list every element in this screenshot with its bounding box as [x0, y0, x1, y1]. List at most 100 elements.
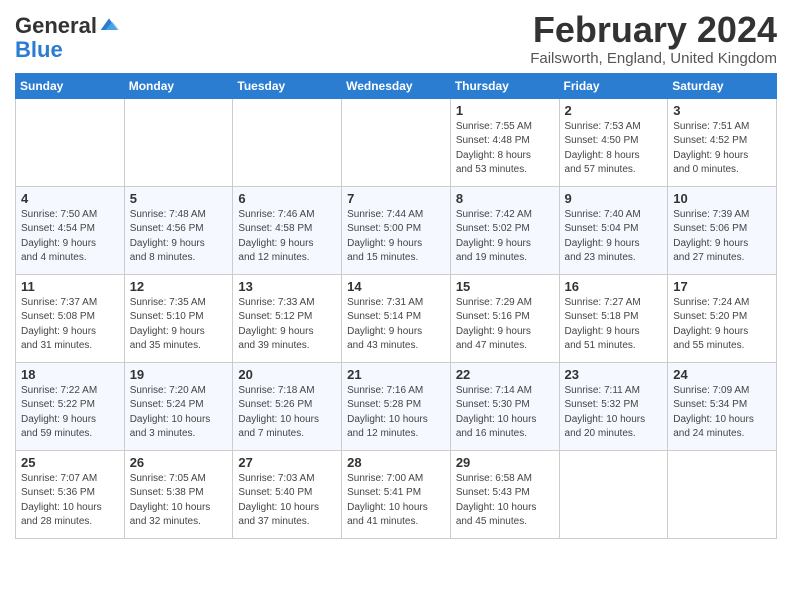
day-number: 6	[238, 191, 336, 206]
day-info: Sunrise: 7:42 AM Sunset: 5:02 PM Dayligh…	[456, 208, 554, 266]
day-info: Sunrise: 7:53 AM Sunset: 4:50 PM Dayligh…	[565, 120, 663, 178]
day-number: 29	[456, 455, 554, 470]
calendar-cell: 20 Sunrise: 7:18 AM Sunset: 5:26 PM Dayli…	[233, 362, 342, 450]
calendar-cell: 17 Sunrise: 7:24 AM Sunset: 5:20 PM Dayli…	[668, 274, 777, 362]
calendar-cell: 15Sunrise: 7:29 AM Sunset: 5:16 PM Dayli…	[450, 274, 559, 362]
day-header-monday: Monday	[124, 73, 233, 98]
day-number: 22	[456, 367, 554, 382]
calendar-cell: 3 Sunrise: 7:51 AM Sunset: 4:52 PM Daylig…	[668, 98, 777, 186]
day-number: 3	[673, 103, 771, 118]
calendar-cell: 18 Sunrise: 7:22 AM Sunset: 5:22 PM Dayli…	[16, 362, 125, 450]
day-number: 13	[238, 279, 336, 294]
calendar-cell: 24 Sunrise: 7:09 AM Sunset: 5:34 PM Dayli…	[668, 362, 777, 450]
location: Failsworth, England, United Kingdom	[530, 50, 777, 67]
day-info: Sunrise: 7:22 AM Sunset: 5:22 PM Dayligh…	[21, 384, 119, 442]
calendar-cell: 29Sunrise: 6:58 AM Sunset: 5:43 PM Dayli…	[450, 450, 559, 538]
day-info: Sunrise: 7:11 AM Sunset: 5:32 PM Dayligh…	[565, 384, 663, 442]
calendar-body: 1 Sunrise: 7:55 AM Sunset: 4:48 PM Daylig…	[16, 98, 777, 538]
calendar-cell: 4Sunrise: 7:50 AM Sunset: 4:54 PM Daylig…	[16, 186, 125, 274]
title-area: February 2024 Failsworth, England, Unite…	[530, 10, 777, 67]
day-info: Sunrise: 7:44 AM Sunset: 5:00 PM Dayligh…	[347, 208, 445, 266]
day-info: Sunrise: 7:29 AM Sunset: 5:16 PM Dayligh…	[456, 296, 554, 354]
day-number: 1	[456, 103, 554, 118]
month-title: February 2024	[530, 10, 777, 50]
day-number: 12	[130, 279, 228, 294]
day-info: Sunrise: 7:00 AM Sunset: 5:41 PM Dayligh…	[347, 472, 445, 530]
day-number: 26	[130, 455, 228, 470]
day-info: Sunrise: 7:35 AM Sunset: 5:10 PM Dayligh…	[130, 296, 228, 354]
day-info: Sunrise: 7:05 AM Sunset: 5:38 PM Dayligh…	[130, 472, 228, 530]
day-number: 9	[565, 191, 663, 206]
calendar-cell: 5Sunrise: 7:48 AM Sunset: 4:56 PM Daylig…	[124, 186, 233, 274]
day-info: Sunrise: 7:03 AM Sunset: 5:40 PM Dayligh…	[238, 472, 336, 530]
day-number: 14	[347, 279, 445, 294]
calendar-cell: 25Sunrise: 7:07 AM Sunset: 5:36 PM Dayli…	[16, 450, 125, 538]
day-info: Sunrise: 7:46 AM Sunset: 4:58 PM Dayligh…	[238, 208, 336, 266]
day-info: Sunrise: 7:48 AM Sunset: 4:56 PM Dayligh…	[130, 208, 228, 266]
calendar-cell: 8 Sunrise: 7:42 AM Sunset: 5:02 PM Daylig…	[450, 186, 559, 274]
day-number: 27	[238, 455, 336, 470]
day-header-tuesday: Tuesday	[233, 73, 342, 98]
day-header-friday: Friday	[559, 73, 668, 98]
day-info: Sunrise: 7:18 AM Sunset: 5:26 PM Dayligh…	[238, 384, 336, 442]
day-info: Sunrise: 7:24 AM Sunset: 5:20 PM Dayligh…	[673, 296, 771, 354]
calendar-cell: 13 Sunrise: 7:33 AM Sunset: 5:12 PM Dayli…	[233, 274, 342, 362]
calendar-cell: 23 Sunrise: 7:11 AM Sunset: 5:32 PM Dayli…	[559, 362, 668, 450]
day-number: 17	[673, 279, 771, 294]
day-header-thursday: Thursday	[450, 73, 559, 98]
day-info: Sunrise: 7:37 AM Sunset: 5:08 PM Dayligh…	[21, 296, 119, 354]
day-info: Sunrise: 7:31 AM Sunset: 5:14 PM Dayligh…	[347, 296, 445, 354]
calendar-cell: 16Sunrise: 7:27 AM Sunset: 5:18 PM Dayli…	[559, 274, 668, 362]
calendar-cell: 1 Sunrise: 7:55 AM Sunset: 4:48 PM Daylig…	[450, 98, 559, 186]
calendar-cell: 28 Sunrise: 7:00 AM Sunset: 5:41 PM Dayli…	[342, 450, 451, 538]
week-row-2: 4Sunrise: 7:50 AM Sunset: 4:54 PM Daylig…	[16, 186, 777, 274]
day-info: Sunrise: 7:51 AM Sunset: 4:52 PM Dayligh…	[673, 120, 771, 178]
day-info: Sunrise: 7:16 AM Sunset: 5:28 PM Dayligh…	[347, 384, 445, 442]
day-info: Sunrise: 7:07 AM Sunset: 5:36 PM Dayligh…	[21, 472, 119, 530]
day-number: 21	[347, 367, 445, 382]
calendar-cell: 11 Sunrise: 7:37 AM Sunset: 5:08 PM Dayli…	[16, 274, 125, 362]
day-number: 20	[238, 367, 336, 382]
calendar-cell: 27 Sunrise: 7:03 AM Sunset: 5:40 PM Dayli…	[233, 450, 342, 538]
calendar-cell: 2 Sunrise: 7:53 AM Sunset: 4:50 PM Daylig…	[559, 98, 668, 186]
calendar-cell: 6 Sunrise: 7:46 AM Sunset: 4:58 PM Daylig…	[233, 186, 342, 274]
calendar-cell: 21 Sunrise: 7:16 AM Sunset: 5:28 PM Dayli…	[342, 362, 451, 450]
day-number: 10	[673, 191, 771, 206]
day-number: 16	[565, 279, 663, 294]
week-row-1: 1 Sunrise: 7:55 AM Sunset: 4:48 PM Daylig…	[16, 98, 777, 186]
calendar-cell: 12 Sunrise: 7:35 AM Sunset: 5:10 PM Dayli…	[124, 274, 233, 362]
calendar-header-row: SundayMondayTuesdayWednesdayThursdayFrid…	[16, 73, 777, 98]
calendar-cell: 14 Sunrise: 7:31 AM Sunset: 5:14 PM Dayli…	[342, 274, 451, 362]
day-number: 24	[673, 367, 771, 382]
day-number: 28	[347, 455, 445, 470]
week-row-5: 25Sunrise: 7:07 AM Sunset: 5:36 PM Dayli…	[16, 450, 777, 538]
day-number: 11	[21, 279, 119, 294]
calendar-cell: 10 Sunrise: 7:39 AM Sunset: 5:06 PM Dayli…	[668, 186, 777, 274]
calendar-cell: 9 Sunrise: 7:40 AM Sunset: 5:04 PM Daylig…	[559, 186, 668, 274]
day-info: Sunrise: 7:55 AM Sunset: 4:48 PM Dayligh…	[456, 120, 554, 178]
day-header-sunday: Sunday	[16, 73, 125, 98]
calendar-cell: 19Sunrise: 7:20 AM Sunset: 5:24 PM Dayli…	[124, 362, 233, 450]
calendar-cell	[233, 98, 342, 186]
day-info: Sunrise: 7:40 AM Sunset: 5:04 PM Dayligh…	[565, 208, 663, 266]
calendar-cell	[559, 450, 668, 538]
header: General Blue February 2024 Failsworth, E…	[15, 10, 777, 67]
day-info: Sunrise: 7:09 AM Sunset: 5:34 PM Dayligh…	[673, 384, 771, 442]
calendar-cell	[668, 450, 777, 538]
day-number: 7	[347, 191, 445, 206]
day-number: 2	[565, 103, 663, 118]
calendar-cell: 7 Sunrise: 7:44 AM Sunset: 5:00 PM Daylig…	[342, 186, 451, 274]
day-number: 23	[565, 367, 663, 382]
calendar-cell: 26 Sunrise: 7:05 AM Sunset: 5:38 PM Dayli…	[124, 450, 233, 538]
day-number: 19	[130, 367, 228, 382]
day-info: Sunrise: 7:33 AM Sunset: 5:12 PM Dayligh…	[238, 296, 336, 354]
day-number: 4	[21, 191, 119, 206]
day-info: Sunrise: 7:39 AM Sunset: 5:06 PM Dayligh…	[673, 208, 771, 266]
day-number: 18	[21, 367, 119, 382]
calendar-table: SundayMondayTuesdayWednesdayThursdayFrid…	[15, 73, 777, 539]
calendar-cell	[124, 98, 233, 186]
day-number: 8	[456, 191, 554, 206]
day-header-wednesday: Wednesday	[342, 73, 451, 98]
week-row-3: 11 Sunrise: 7:37 AM Sunset: 5:08 PM Dayli…	[16, 274, 777, 362]
logo-text-line2: Blue	[15, 38, 119, 62]
